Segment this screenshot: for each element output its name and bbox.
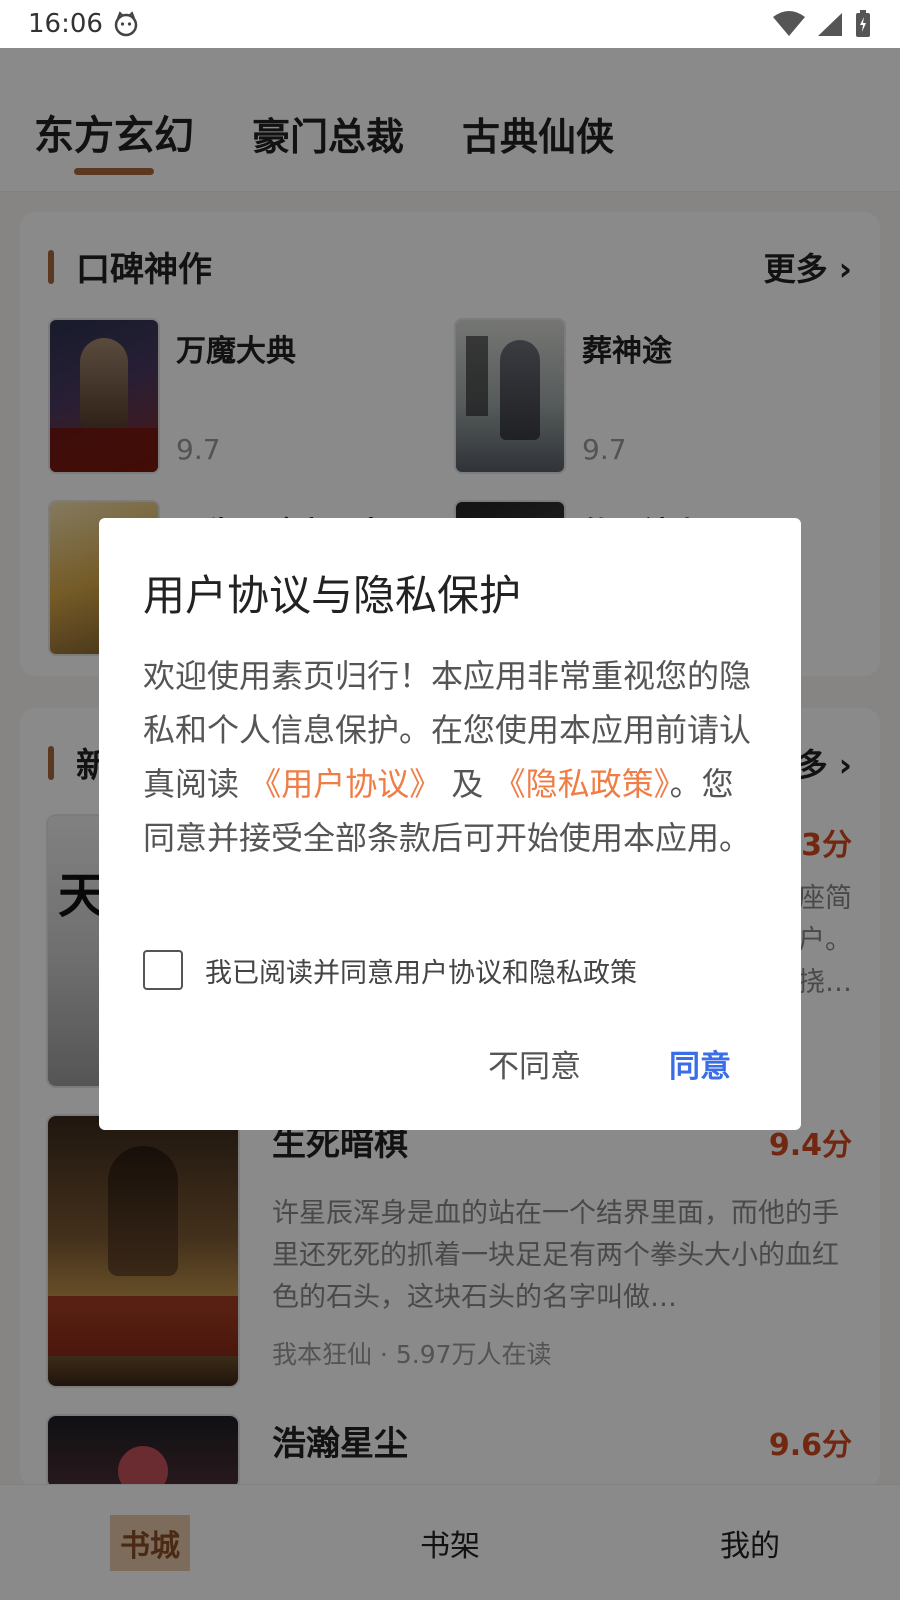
agreement-checkbox-row[interactable]: 我已阅读并同意用户协议和隐私政策 [143, 950, 637, 990]
dialog-body-conjunction: 及 [441, 765, 494, 803]
checkbox-label[interactable]: 我已阅读并同意用户协议和隐私政策 [205, 951, 637, 990]
status-left: 16:06 [28, 9, 139, 39]
agreement-checkbox[interactable] [143, 950, 183, 990]
privacy-dialog: 用户协议与隐私保护 欢迎使用素页归行！本应用非常重视您的隐私和个人信息保护。在您… [99, 518, 801, 1130]
dialog-body: 欢迎使用素页归行！本应用非常重视您的隐私和个人信息保护。在您使用本应用前请认真阅… [143, 649, 757, 865]
status-right [772, 10, 872, 38]
privacy-policy-link[interactable]: 《隐私政策》 [494, 765, 670, 803]
wifi-icon [773, 11, 805, 36]
agree-button[interactable]: 同意 [669, 1041, 731, 1086]
disagree-button[interactable]: 不同意 [488, 1041, 581, 1086]
status-bar: 16:06 [0, 0, 900, 48]
signal-icon [818, 13, 842, 36]
status-time: 16:06 [28, 9, 103, 39]
cat-icon [114, 11, 138, 37]
battery-icon [856, 10, 870, 37]
user-agreement-link[interactable]: 《用户协议》 [249, 765, 441, 803]
dialog-title: 用户协议与隐私保护 [143, 571, 522, 620]
dialog-actions: 不同意 同意 [488, 1041, 731, 1086]
